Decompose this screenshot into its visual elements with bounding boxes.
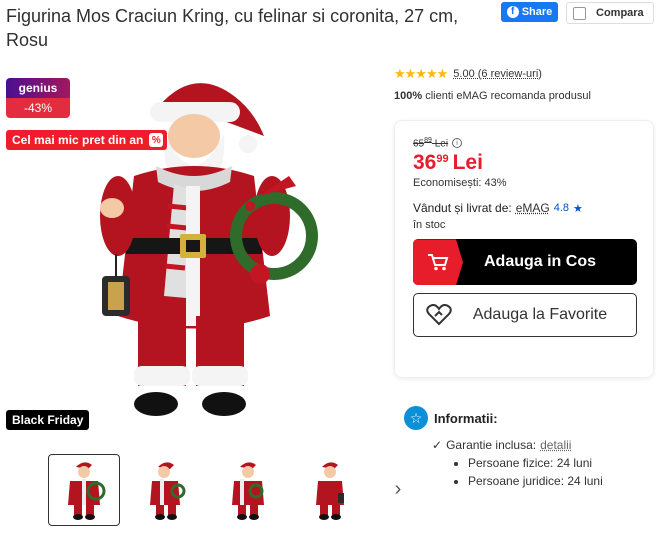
recommend-label: clienti eMAG recomanda produsul <box>422 90 591 102</box>
lowest-price-label: Cel mai mic pret din an <box>12 133 144 147</box>
rating-text[interactable]: 5.00 (6 review-uri) <box>453 68 542 80</box>
price-whole: 36 <box>413 151 437 175</box>
compare-label: Compara <box>596 7 644 19</box>
list-item: Persoane juridice: 24 luni <box>468 472 654 490</box>
seller-info: Vândut și livrat de: eMAG 4.8 ★ <box>413 201 635 215</box>
thumbnail-image <box>316 462 344 520</box>
product-gallery: genius -43% Cel mai mic pret din an % Bl… <box>4 64 384 432</box>
thumbnail-image <box>232 462 264 520</box>
price-decimals: 99 <box>436 153 449 166</box>
cart-icon <box>413 239 463 286</box>
seller-name-link[interactable]: eMAG <box>516 201 550 215</box>
star-icon: ★ <box>573 202 583 215</box>
info-heading: ☆ Informatii: <box>404 406 654 430</box>
black-friday-badge: Black Friday <box>6 410 90 430</box>
thumbnail-image <box>150 462 186 520</box>
thumbnail-image <box>68 462 106 520</box>
add-to-cart-label: Adauga in Cos <box>483 253 596 271</box>
warranty-label: Garantie inclusa: <box>446 438 537 452</box>
warranty-row: ✓ Garantie inclusa: detalii <box>432 438 654 452</box>
seller-score: 4.8 <box>553 202 570 215</box>
info-star-icon: ☆ <box>404 406 428 430</box>
recommend-percent: 100% <box>394 90 423 102</box>
stock-status: în stoc <box>413 219 446 232</box>
current-price: 36 99 Lei <box>413 151 635 175</box>
main-product-image[interactable] <box>64 66 324 426</box>
add-to-cart-button[interactable]: Adauga in Cos <box>413 239 637 286</box>
heart-icon <box>414 304 464 326</box>
product-title: Figurina Mos Craciun Kring, cu felinar s… <box>6 6 459 50</box>
buy-box: 6589 Lei i 36 99 Lei Economisești: 43% Vân… <box>394 120 654 378</box>
seller-label: Vândut și livrat de: <box>413 201 512 216</box>
info-title: Informatii: <box>434 410 498 426</box>
compare-checkbox[interactable] <box>573 6 586 20</box>
warranty-details-link[interactable]: detalii <box>540 438 571 452</box>
thumbnail-4[interactable] <box>294 454 366 526</box>
facebook-icon: f <box>506 6 519 18</box>
check-icon: ✓ <box>432 438 443 452</box>
product-rating[interactable]: ★★★★★ 5.00 (6 review-uri) <box>394 66 542 82</box>
rating-stars-icon: ★★★★★ <box>394 66 448 81</box>
add-to-favorites-label: Adauga la Favorite <box>472 306 608 324</box>
savings-label: Economisești: <box>413 177 482 190</box>
add-to-favorites-button[interactable]: Adauga la Favorite <box>413 293 637 338</box>
price-currency: Lei <box>452 151 483 175</box>
genius-logo: genius <box>6 78 70 98</box>
thumbnail-1[interactable] <box>48 454 120 526</box>
lowest-price-badge: Cel mai mic pret din an % <box>6 130 168 150</box>
thumbnail-3[interactable] <box>212 454 284 526</box>
facebook-share-button[interactable]: f Share <box>501 2 558 22</box>
percent-icon: % <box>149 133 164 147</box>
info-section: ☆ Informatii: ✓ Garantie inclusa: detali… <box>404 406 654 490</box>
old-price-value: 6589 Lei <box>413 137 449 150</box>
savings-value: 43% <box>484 177 507 190</box>
discount-badge: -43% <box>6 98 70 118</box>
genius-badge: genius -43% <box>6 78 70 118</box>
warranty-list: Persoane fizice: 24 luni Persoane juridi… <box>468 454 654 490</box>
savings: Economisești: 43% <box>413 177 635 189</box>
thumbnail-strip: › <box>48 454 401 526</box>
share-label: Share <box>521 6 553 18</box>
info-icon[interactable]: i <box>452 138 463 149</box>
thumbnail-2[interactable] <box>130 454 202 526</box>
compare-button[interactable]: Compara <box>566 2 654 24</box>
old-price: 6589 Lei i <box>413 137 635 149</box>
list-item: Persoane fizice: 24 luni <box>468 454 654 472</box>
recommend-text: 100% clienti eMAG recomanda produsul <box>394 90 591 102</box>
